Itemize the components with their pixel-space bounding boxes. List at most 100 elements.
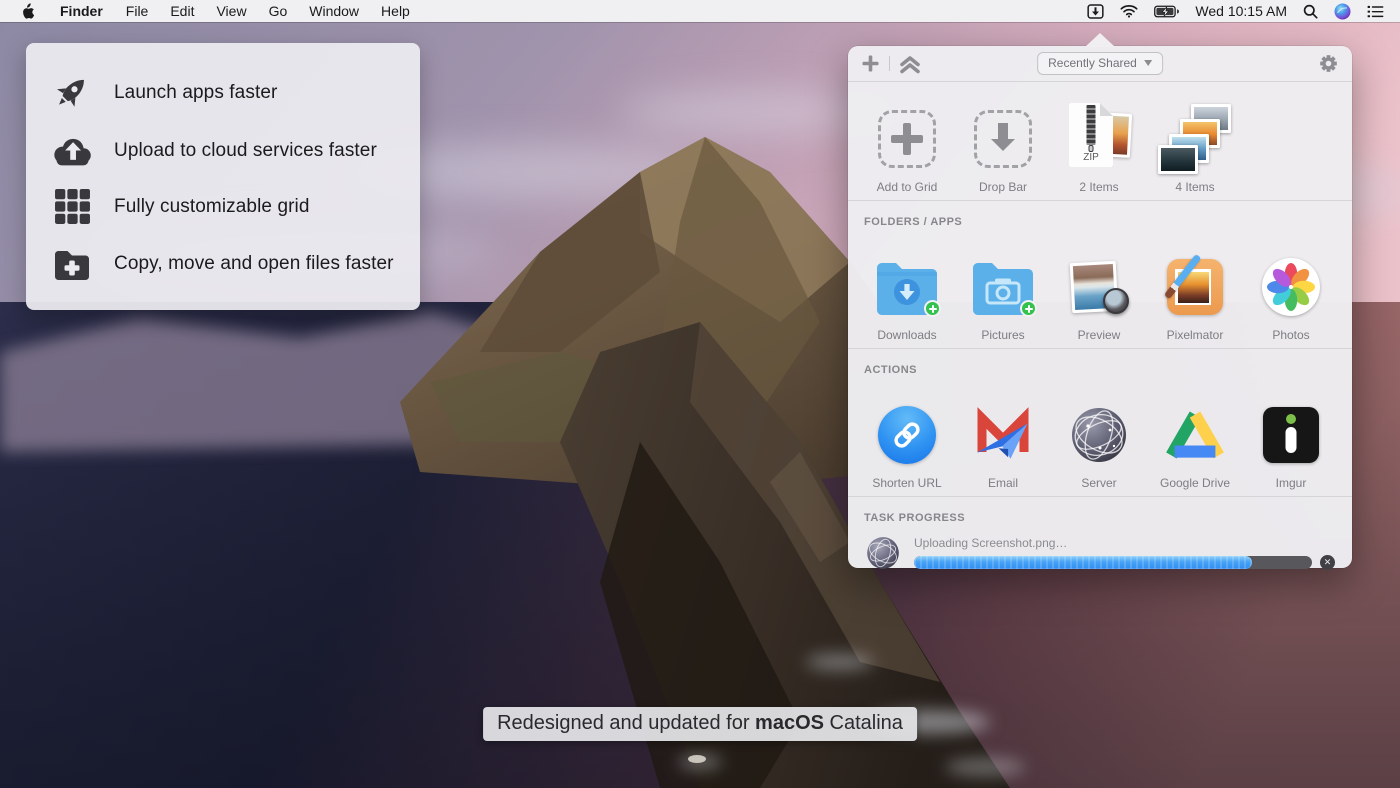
imgur-icon (1263, 407, 1319, 463)
feature-row-launch: Launch apps faster (50, 73, 420, 113)
catalina-banner: Redesigned and updated for macOS Catalin… (483, 707, 917, 741)
feature-label: Fully customizable grid (114, 196, 310, 218)
section-title: FOLDERS / APPS (864, 216, 962, 228)
email-app-icon (973, 406, 1033, 464)
add-to-grid-icon (878, 110, 936, 168)
popover-arrow (1085, 33, 1115, 47)
tile-label: Google Drive (1160, 476, 1230, 490)
server-tile[interactable]: Server (1051, 386, 1147, 490)
pictures-tile[interactable]: Pictures (955, 238, 1051, 342)
feature-label: Upload to cloud services faster (114, 140, 377, 162)
preview-tile[interactable]: Preview (1051, 238, 1147, 342)
zip-badge-label: ZIP (1069, 152, 1113, 163)
tile-label: Pixelmator (1167, 328, 1224, 342)
server-globe-icon (1070, 406, 1128, 464)
menu-help[interactable]: Help (370, 3, 421, 19)
folders-apps-row: Downloads Pictures Previ (848, 230, 1352, 342)
section-title: ACTIONS (864, 364, 917, 376)
pixelmator-app-icon (1167, 259, 1223, 315)
tile-label: Shorten URL (872, 476, 941, 490)
pixelmator-tile[interactable]: Pixelmator (1147, 238, 1243, 342)
progress-fill (914, 556, 1252, 569)
task-progress-section-header: TASK PROGRESS (848, 496, 1352, 526)
collapse-grid-button[interactable] (899, 54, 921, 74)
drop-target-row: Add to Grid Drop Bar ZIP (848, 82, 1352, 194)
preview-app-icon (1069, 258, 1129, 316)
spotlight-search-icon[interactable] (1303, 4, 1318, 19)
tile-label: Preview (1078, 328, 1121, 342)
menubar-clock[interactable]: Wed 10:15 AM (1195, 3, 1287, 19)
upload-progress-bar (914, 556, 1312, 569)
rocket-icon (50, 73, 94, 113)
header-divider (889, 56, 890, 71)
feature-row-upload: Upload to cloud services faster (50, 136, 420, 166)
grid-icon (50, 188, 94, 225)
tile-label: 4 Items (1175, 180, 1214, 194)
photos-app-icon (1262, 258, 1320, 316)
photos-tile[interactable]: Photos (1243, 238, 1339, 342)
add-badge-icon (924, 300, 941, 317)
tile-label: Downloads (877, 328, 936, 342)
caret-down-icon (1144, 60, 1152, 66)
notification-center-icon[interactable] (1367, 5, 1384, 18)
feature-row-copy: Copy, move and open files faster (50, 248, 420, 280)
actions-section-header: ACTIONS (848, 348, 1352, 378)
task-globe-icon (866, 536, 900, 570)
tile-label: Pictures (981, 328, 1024, 342)
photo-stack-icon (1159, 104, 1231, 174)
downloads-tile[interactable]: Downloads (859, 238, 955, 342)
dropzone-menubar-icon[interactable] (1087, 4, 1104, 19)
add-action-button[interactable] (861, 54, 880, 73)
imgur-tile[interactable]: Imgur (1243, 386, 1339, 490)
feature-label: Copy, move and open files faster (114, 253, 394, 275)
dropzone-popover: Recently Shared Add to Grid Drop Bar (848, 46, 1352, 568)
menu-window[interactable]: Window (298, 3, 370, 19)
recently-shared-dropdown[interactable]: Recently Shared (1037, 52, 1163, 75)
banner-text-suffix: Catalina (824, 712, 903, 734)
tile-label: Drop Bar (979, 180, 1027, 194)
battery-charging-icon[interactable] (1154, 5, 1179, 18)
tile-label: 2 Items (1079, 180, 1118, 194)
add-badge-icon (1020, 300, 1037, 317)
drop-bar-icon (974, 110, 1032, 168)
shorten-url-icon (878, 406, 936, 464)
section-title: TASK PROGRESS (864, 512, 965, 524)
menu-file[interactable]: File (115, 3, 160, 19)
tile-label: Photos (1272, 328, 1309, 342)
feature-label: Launch apps faster (114, 82, 277, 104)
tile-label: Imgur (1276, 476, 1307, 490)
apple-menu-icon[interactable] (12, 3, 48, 20)
tile-label: Add to Grid (877, 180, 938, 194)
cancel-upload-button[interactable]: ✕ (1320, 555, 1335, 570)
add-to-grid-tile[interactable]: Add to Grid (859, 90, 955, 194)
cloud-upload-icon (50, 136, 94, 166)
siri-icon[interactable] (1334, 3, 1351, 20)
desktop: Finder File Edit View Go Window Help Wed… (0, 0, 1400, 788)
google-drive-icon (1165, 408, 1225, 462)
banner-text-prefix: Redesigned and updated for (497, 712, 755, 734)
downloads-folder-icon (875, 259, 939, 315)
folder-plus-icon (50, 248, 94, 280)
settings-gear-button[interactable] (1318, 53, 1339, 74)
zip-items-tile[interactable]: ZIP 2 Items (1051, 90, 1147, 194)
folders-apps-section-header: FOLDERS / APPS (848, 200, 1352, 230)
task-status-text: Uploading Screenshot.png… (914, 536, 1338, 550)
pictures-folder-icon (971, 259, 1035, 315)
menubar-app-name[interactable]: Finder (48, 3, 115, 19)
dropdown-label: Recently Shared (1048, 56, 1137, 70)
photo-items-tile[interactable]: 4 Items (1147, 90, 1243, 194)
menu-edit[interactable]: Edit (159, 3, 205, 19)
drop-bar-tile[interactable]: Drop Bar (955, 90, 1051, 194)
feature-row-grid: Fully customizable grid (50, 188, 420, 225)
actions-row: Shorten URL Email (848, 378, 1352, 490)
menu-go[interactable]: Go (258, 3, 299, 19)
wifi-icon[interactable] (1120, 4, 1138, 18)
google-drive-tile[interactable]: Google Drive (1147, 386, 1243, 490)
shorten-url-tile[interactable]: Shorten URL (859, 386, 955, 490)
menu-view[interactable]: View (205, 3, 257, 19)
feature-callout-panel: Launch apps faster Upload to cloud servi… (26, 43, 420, 310)
email-tile[interactable]: Email (955, 386, 1051, 490)
banner-text-bold: macOS (755, 712, 824, 734)
zip-file-icon: ZIP (1067, 103, 1131, 175)
popover-header: Recently Shared (848, 46, 1352, 82)
